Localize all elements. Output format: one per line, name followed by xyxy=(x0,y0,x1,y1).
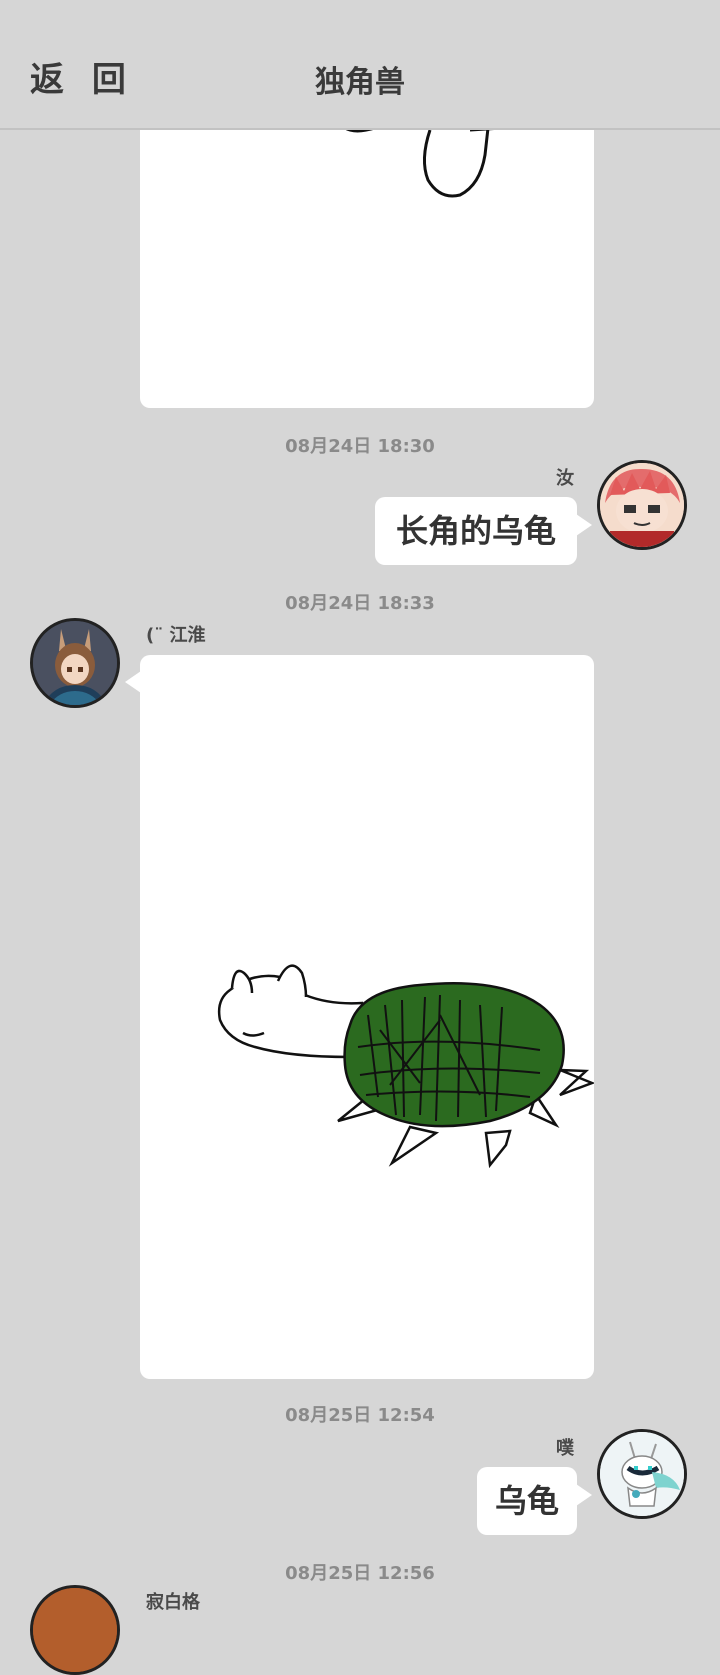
avatar[interactable] xyxy=(30,618,120,708)
avatar[interactable] xyxy=(30,1585,120,1675)
message-text: 乌龟 xyxy=(494,1482,559,1520)
sender-name: (¨ 江淮 xyxy=(146,625,206,646)
timestamp: 08月24日 18:33 xyxy=(285,593,435,614)
message-text: 长角的乌龟 xyxy=(395,512,556,550)
avatar[interactable] xyxy=(597,460,687,550)
sender-name: 噗 xyxy=(556,1438,574,1459)
bubble-tail xyxy=(576,514,592,536)
timestamp: 08月24日 18:30 xyxy=(285,436,435,457)
chat-list[interactable]: 08月24日 18:30 汝 长角的乌龟 08月24日 18:33 (¨ 江淮 … xyxy=(0,0,720,1675)
bubble-tail xyxy=(576,1484,592,1506)
bubble-tail xyxy=(125,671,141,693)
timestamp: 08月25日 12:56 xyxy=(285,1563,435,1584)
page-title: 独角兽 xyxy=(315,65,405,100)
image-message-turtle[interactable] xyxy=(140,655,594,1379)
image-message-sketch-top[interactable] xyxy=(140,100,594,408)
text-message-bubble[interactable]: 长角的乌龟 xyxy=(375,497,577,565)
sender-name: 寂白格 xyxy=(146,1592,200,1613)
sender-name: 汝 xyxy=(556,468,574,489)
text-message-bubble[interactable]: 乌龟 xyxy=(477,1467,577,1535)
avatar[interactable] xyxy=(597,1429,687,1519)
timestamp: 08月25日 12:54 xyxy=(285,1405,435,1426)
top-bar: 返 回 独角兽 xyxy=(0,0,720,130)
